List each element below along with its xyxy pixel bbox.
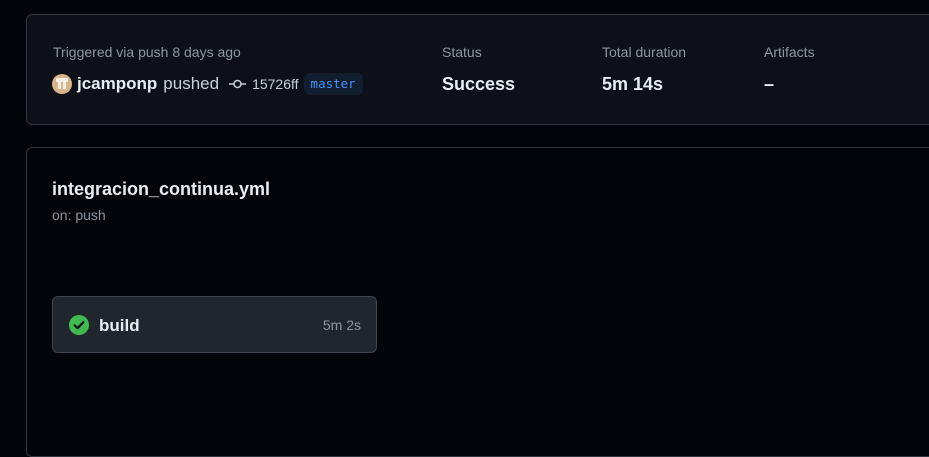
branch-badge[interactable]: master — [303, 73, 363, 95]
total-duration-value: 5m 14s — [602, 74, 664, 94]
workflow-graph-card: integracion_continua.yml on: push build … — [26, 147, 929, 457]
workflow-trigger: on: push — [52, 207, 106, 223]
avatar[interactable] — [52, 74, 72, 94]
trigger-text: Triggered via push 8 days ago — [53, 44, 241, 60]
commit-sha-link[interactable]: 15726ff — [252, 76, 298, 92]
job-name: build — [99, 316, 140, 335]
status-value: Success — [442, 74, 516, 94]
action-text: pushed — [163, 74, 220, 93]
status-label: Status — [442, 44, 482, 60]
git-commit-icon — [229, 79, 247, 89]
workflow-file-name[interactable]: integracion_continua.yml — [52, 179, 270, 200]
job-duration: 5m 2s — [322, 317, 361, 333]
run-summary-card: Triggered via push 8 days ago jcamponp p… — [26, 14, 929, 125]
job-build[interactable]: build 5m 2s — [52, 296, 377, 353]
trigger-details: jcamponp pushed 15726ff master — [52, 73, 363, 95]
check-circle-fill-icon — [69, 315, 89, 335]
artifacts-value: – — [764, 74, 775, 94]
artifacts-label: Artifacts — [764, 44, 815, 60]
total-duration-label: Total duration — [602, 44, 687, 60]
actor-username-link[interactable]: jcamponp — [77, 74, 157, 94]
